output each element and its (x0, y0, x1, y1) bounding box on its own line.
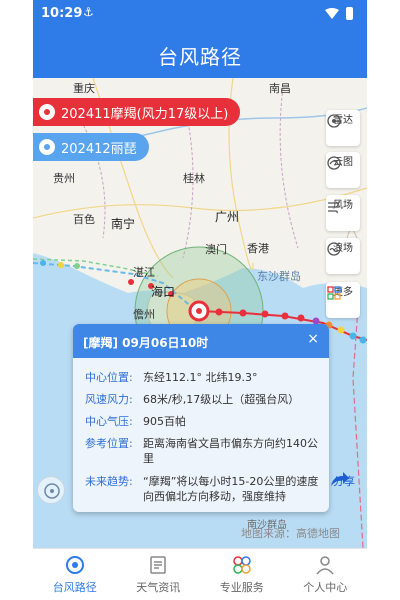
cloud-image-icon (327, 156, 341, 170)
info-key: 中心气压: (85, 415, 133, 428)
title-bar: 台风路径 (33, 28, 367, 78)
map-label-guilin: 桂林 (183, 172, 205, 185)
tool-cloud[interactable]: 云图 (326, 152, 360, 188)
nav-label: 台风路径 (52, 581, 97, 594)
typhoon-chip-lipi[interactable]: 202412丽琵 (33, 133, 149, 161)
map-label-baise: 百色 (73, 213, 95, 226)
bottom-nav: 台风路径 天气资讯 专业服务 个人中心 (33, 548, 367, 600)
locate-icon (44, 483, 60, 499)
info-value: 68米/秒,17级以上（超强台风） (143, 393, 300, 406)
typhoon-chip-moxie[interactable]: 202411摩羯(风力17级以上) (33, 98, 241, 126)
nav-weather-news[interactable]: 天气资讯 (117, 549, 201, 600)
nav-pro-service[interactable]: 专业服务 (200, 549, 284, 600)
map-label-donghai: 东沙群岛 (257, 270, 301, 283)
anchor-icon: ⚓ (83, 5, 94, 19)
info-key: 风速风力: (85, 393, 133, 406)
info-key: 未来趋势: (85, 475, 133, 488)
info-key: 参考位置: (85, 437, 133, 450)
popup-header: [摩羯] 09月06日10时 × (73, 324, 329, 358)
share-icon (331, 472, 349, 486)
map-label-guizhou: 贵州 (53, 172, 75, 185)
tool-wave[interactable]: 浪场 (326, 238, 360, 274)
map-label-nanning: 南宁 (111, 217, 136, 231)
close-icon[interactable]: × (307, 331, 319, 347)
map-label-haikou: 海口 (151, 285, 176, 299)
info-value: “摩羯”将以每小时15-20公里的速度向西偏北方向移动，强度维持 (143, 475, 319, 503)
status-time: 10:29 (41, 6, 83, 21)
map-label-chongqing: 重庆 (73, 82, 95, 95)
popup-title: [摩羯] 09月06日10时 (83, 336, 209, 350)
info-value: 905百帕 (143, 415, 186, 428)
tool-more[interactable]: 更多 (326, 282, 360, 318)
info-value: 距离海南省文昌市偏东方向约140公里 (143, 437, 318, 465)
typhoon-icon (39, 104, 55, 120)
wind-field-icon (328, 200, 340, 214)
radar-icon (327, 114, 341, 128)
typhoon-icon (65, 556, 84, 574)
signal-icon (325, 8, 339, 19)
map-source: 地图来源：高德地图 (241, 527, 340, 540)
status-bar: 10:29 ⚓ (33, 0, 367, 28)
wave-field-icon (327, 242, 341, 256)
typhoon-info-popup: [摩羯] 09月06日10时 × 中心位置: 东经112.1° 北纬19.3° … (73, 324, 329, 512)
nav-label: 个人中心 (303, 581, 348, 594)
service-icon (233, 556, 251, 574)
typhoon-chip-label: 202411摩羯(风力17级以上) (61, 106, 229, 122)
user-icon (316, 556, 334, 575)
map-label-danzhou: 儋州 (133, 308, 155, 321)
tool-radar[interactable]: 雷达 (326, 110, 360, 146)
right-margin (367, 0, 400, 600)
map-label-zhanjiang: 湛江 (133, 266, 155, 279)
locate-button[interactable] (37, 476, 65, 504)
nav-typhoon-path[interactable]: 台风路径 (33, 549, 117, 600)
nav-label: 天气资讯 (136, 581, 181, 594)
news-icon (150, 556, 166, 574)
nav-label: 专业服务 (219, 581, 264, 594)
battery-icon (346, 7, 353, 20)
typhoon-chip-label: 202412丽琵 (61, 141, 137, 157)
typhoon-map[interactable]: 重庆 南昌 贵州 桂林 百色 南宁 广州 澳门 香港 湛江 海口 儋州 东沙群岛… (33, 78, 367, 548)
map-label-nanchang: 南昌 (269, 82, 291, 95)
left-margin (0, 0, 33, 600)
nav-personal-center[interactable]: 个人中心 (284, 549, 368, 600)
typhoon-icon (39, 139, 55, 155)
map-label-xianggang: 香港 (247, 242, 269, 255)
info-key: 中心位置: (85, 371, 133, 384)
info-value: 东经112.1° 北纬19.3° (143, 371, 258, 384)
map-label-guangzhou: 广州 (215, 210, 240, 224)
map-label-aomen: 澳门 (205, 243, 227, 256)
more-grid-icon (327, 286, 341, 300)
tool-wind[interactable]: 风场 (326, 195, 360, 231)
page-title: 台风路径 (158, 45, 242, 69)
app-screen: 10:29 ⚓ 台风路径 重庆 南昌 贵州 桂林 百色 南宁 广州 澳门 香港 … (33, 0, 367, 600)
share-button[interactable]: 分享 (329, 470, 359, 489)
